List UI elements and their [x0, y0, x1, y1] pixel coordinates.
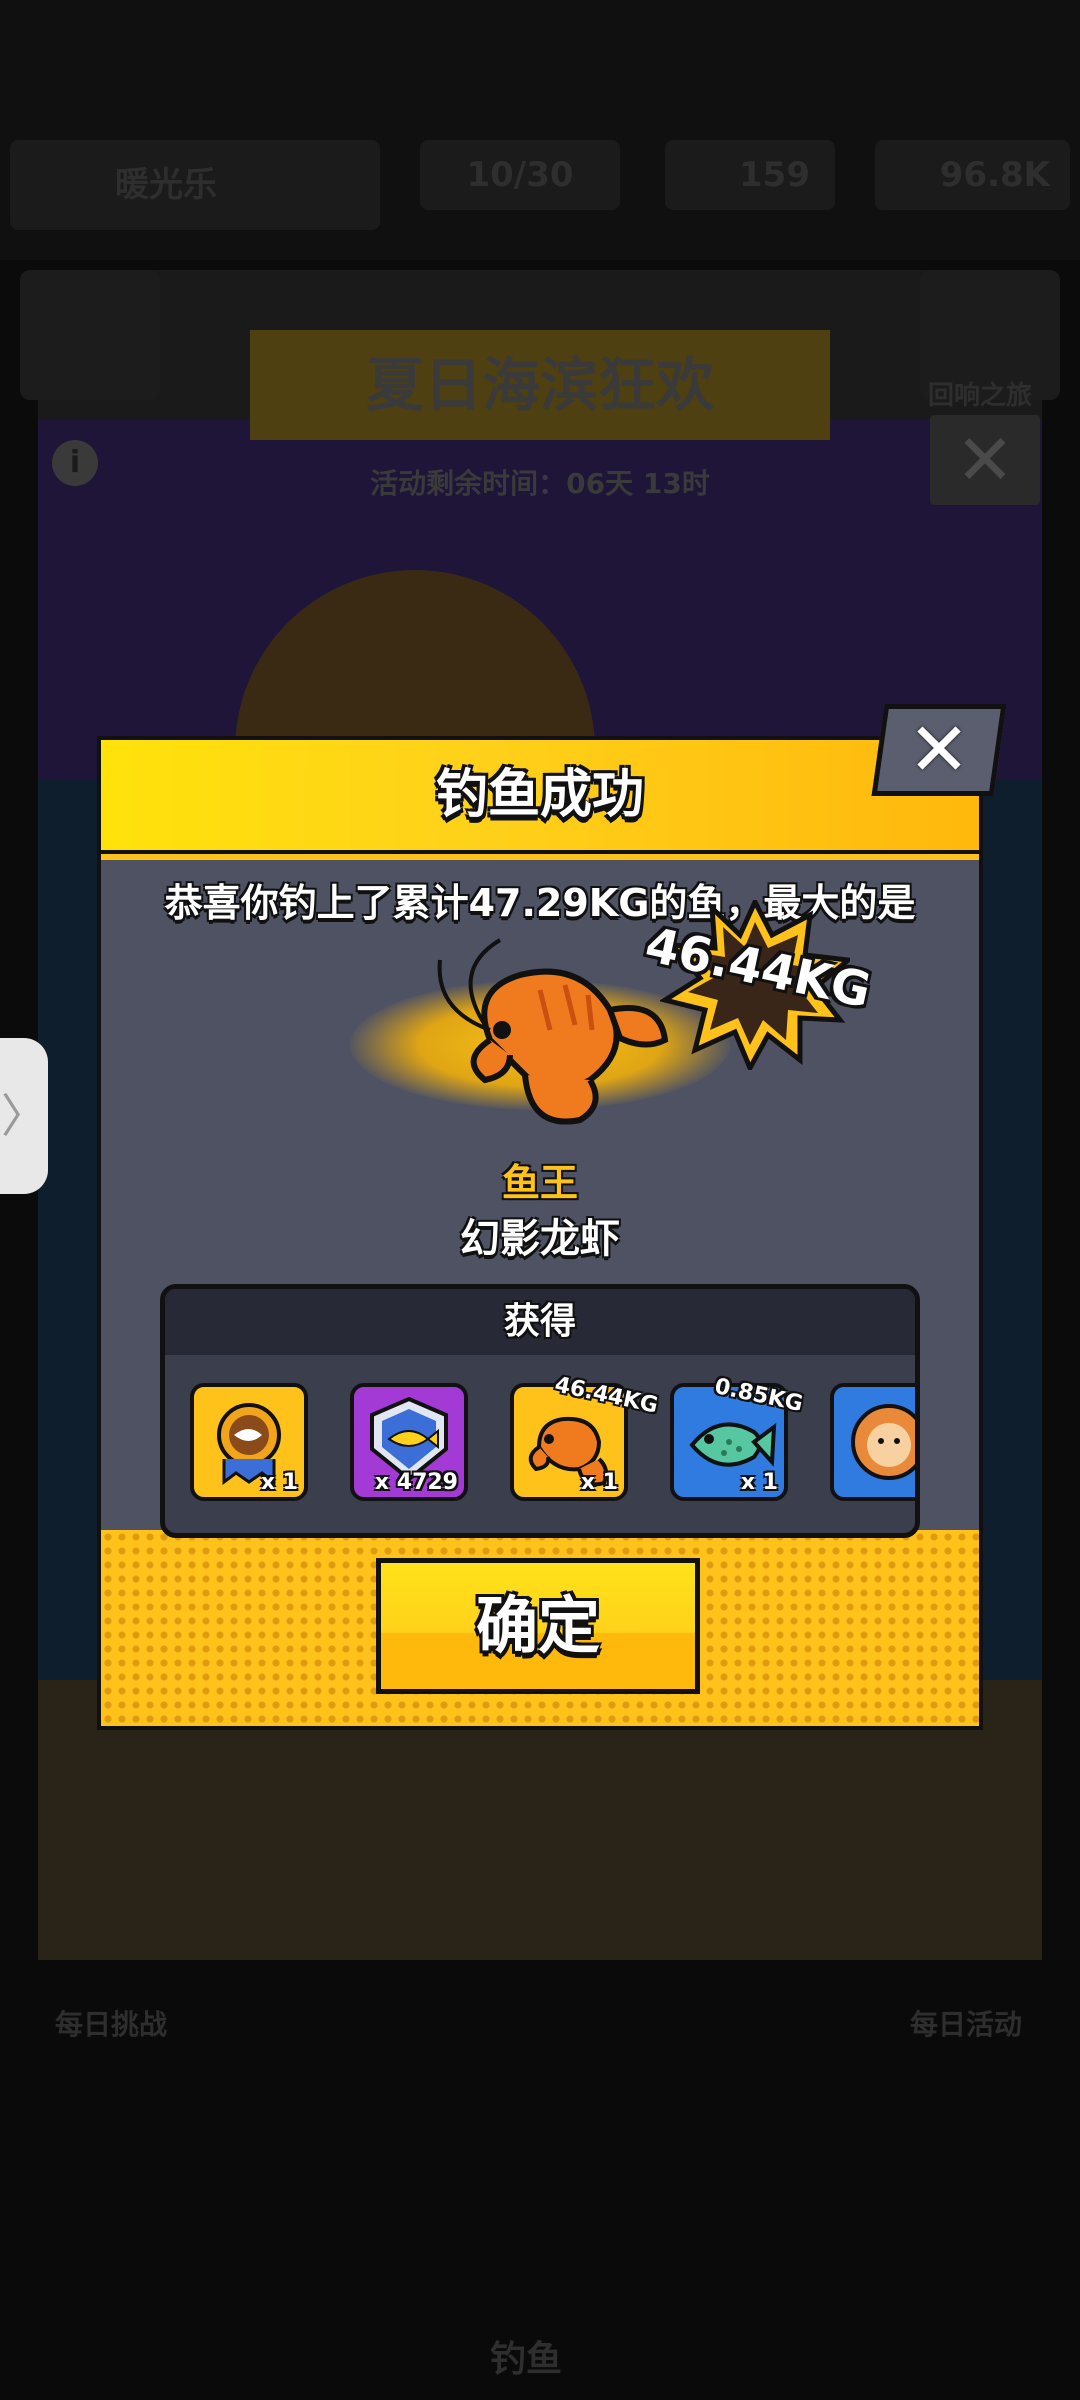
- daily-event-label[interactable]: 每日活动: [910, 2003, 1022, 2043]
- menu-button[interactable]: [20, 270, 160, 400]
- coin-counter[interactable]: 96.8K: [875, 140, 1070, 210]
- reward-item[interactable]: 46.44KG x 1: [510, 1372, 660, 1501]
- reward-item[interactable]: x 1: [190, 1383, 308, 1501]
- echo-journey-label: 回响之旅: [928, 381, 1033, 411]
- modal-title: 钓鱼成功: [435, 765, 644, 825]
- reward-count: x 1: [260, 1470, 298, 1495]
- confirm-button-label[interactable]: 确定: [376, 1558, 700, 1694]
- fish-name: 幻影龙虾: [460, 1216, 620, 1262]
- rewards-panel: 获得 x 1 x 4729 46.44KG x 1 0.85KG x 1: [160, 1284, 920, 1538]
- reward-count: x 4729: [374, 1470, 458, 1495]
- reward-item[interactable]: x: [830, 1383, 915, 1501]
- fish-king-label: 鱼王: [501, 1161, 578, 1205]
- reward-item[interactable]: 0.85KG x 1: [670, 1374, 805, 1501]
- event-timer: 活动剩余时间：06天 13时: [370, 467, 710, 500]
- reward-item[interactable]: x 4729: [350, 1383, 468, 1501]
- event-title: 夏日海滨狂欢: [250, 330, 830, 440]
- reward-count: x 1: [580, 1470, 618, 1495]
- energy-value: 10/30: [466, 155, 574, 195]
- chevron-right-icon[interactable]: 〉: [0, 1038, 48, 1194]
- fishing-tab-label[interactable]: 钓鱼: [490, 2330, 562, 2382]
- info-icon[interactable]: i: [52, 440, 98, 486]
- gem-value: 159: [739, 155, 810, 195]
- event-close-icon[interactable]: ✕: [930, 415, 1040, 505]
- coin-value: 96.8K: [939, 155, 1050, 195]
- reward-count: x 1: [740, 1470, 778, 1495]
- daily-challenge-label[interactable]: 每日挑战: [55, 2003, 167, 2043]
- energy-counter[interactable]: 10/30: [420, 140, 620, 210]
- player-info[interactable]: 暖光乐: [10, 140, 380, 230]
- lion-fish-icon: [851, 1404, 915, 1480]
- close-icon[interactable]: ✕: [878, 704, 1000, 796]
- player-name: 暖光乐: [115, 165, 217, 205]
- rewards-header: 获得: [165, 1289, 915, 1355]
- gem-counter[interactable]: 159: [665, 140, 835, 210]
